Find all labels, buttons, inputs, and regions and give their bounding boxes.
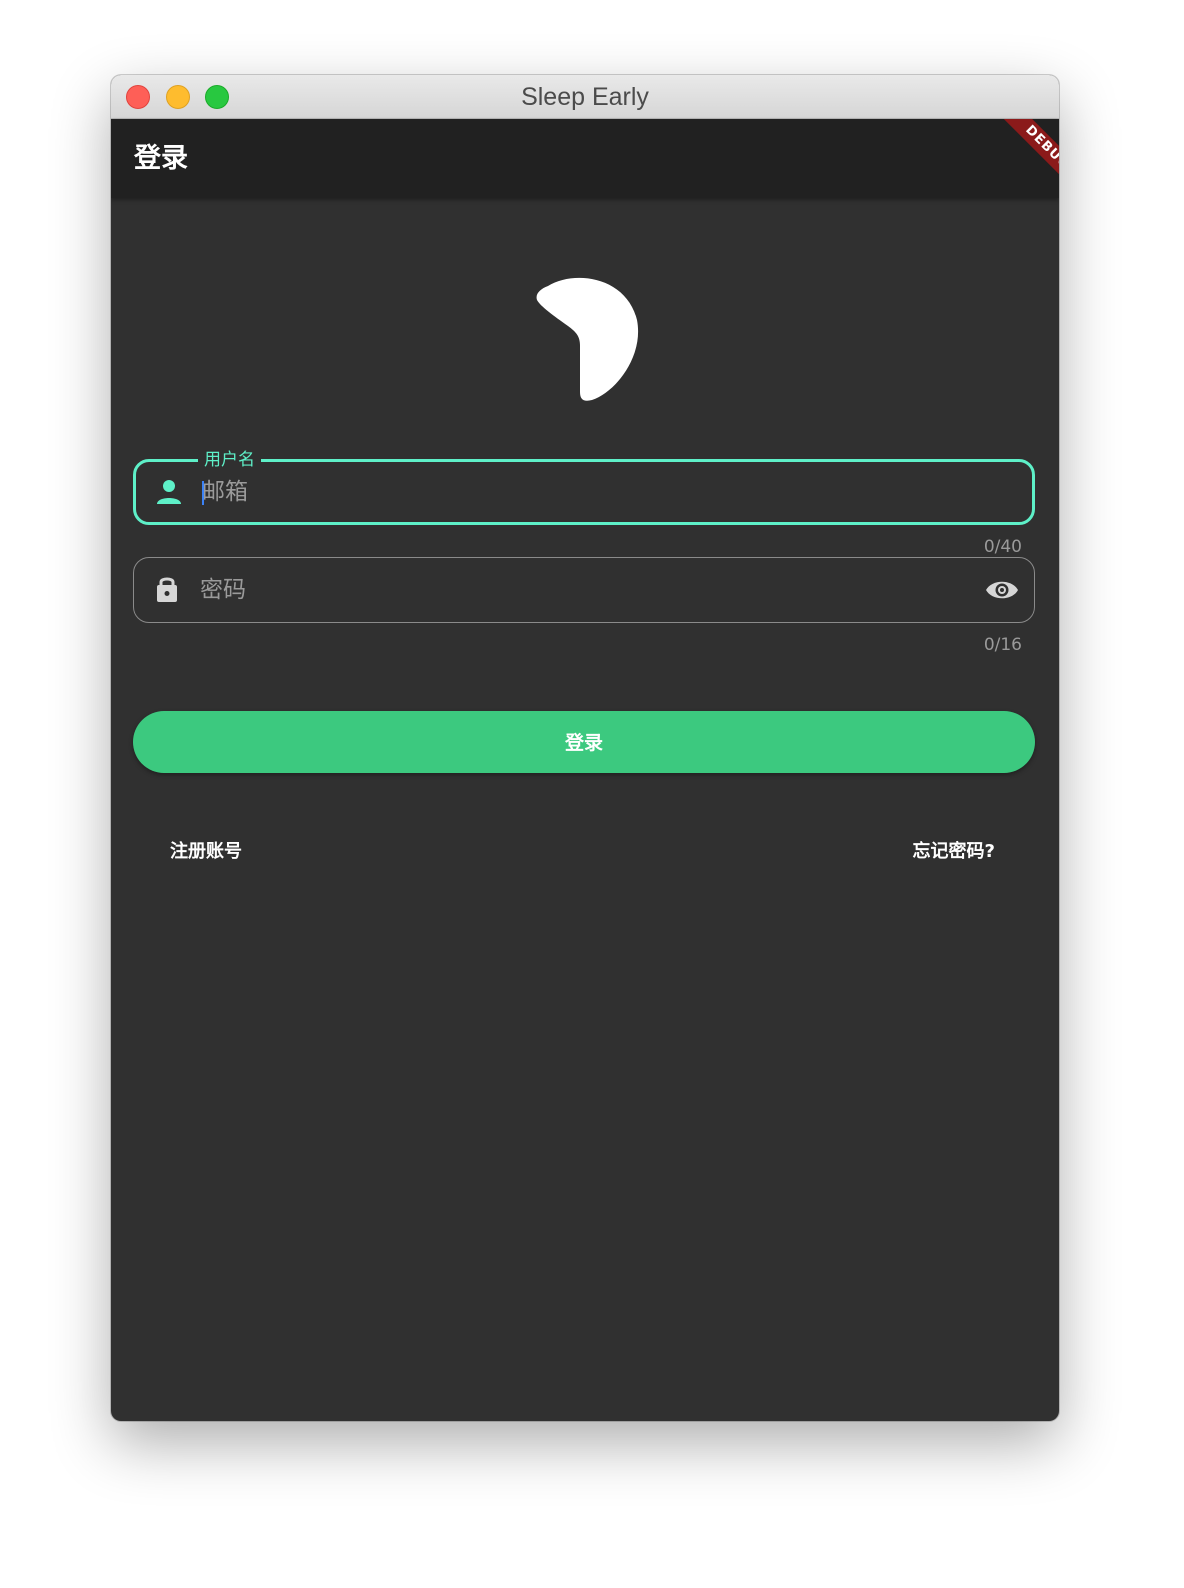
window-title: Sleep Early	[521, 83, 649, 111]
app-window: Sleep Early 登录 DEBUG 用户名 0/40 0/1	[111, 75, 1059, 1421]
password-input[interactable]	[200, 558, 960, 622]
page-title: 登录	[134, 143, 188, 174]
app-bar: 登录	[111, 119, 1059, 198]
window-titlebar: Sleep Early	[111, 75, 1059, 119]
forgot-password-link[interactable]: 忘记密码?	[913, 837, 995, 863]
register-link[interactable]: 注册账号	[170, 837, 242, 863]
debug-banner: DEBUG	[979, 119, 1059, 199]
person-icon	[157, 480, 181, 504]
eye-icon[interactable]	[985, 575, 1019, 605]
password-field[interactable]	[133, 557, 1035, 623]
lock-icon	[157, 577, 177, 602]
username-char-counter: 0/40	[983, 537, 1022, 557]
password-char-counter: 0/16	[983, 635, 1022, 655]
username-field[interactable]: 用户名	[133, 448, 1035, 525]
moon-logo-icon	[536, 277, 639, 401]
login-button[interactable]: 登录	[133, 711, 1035, 773]
email-input[interactable]	[202, 462, 962, 522]
debug-banner-label: DEBUG	[997, 119, 1059, 198]
text-caret	[202, 481, 204, 505]
